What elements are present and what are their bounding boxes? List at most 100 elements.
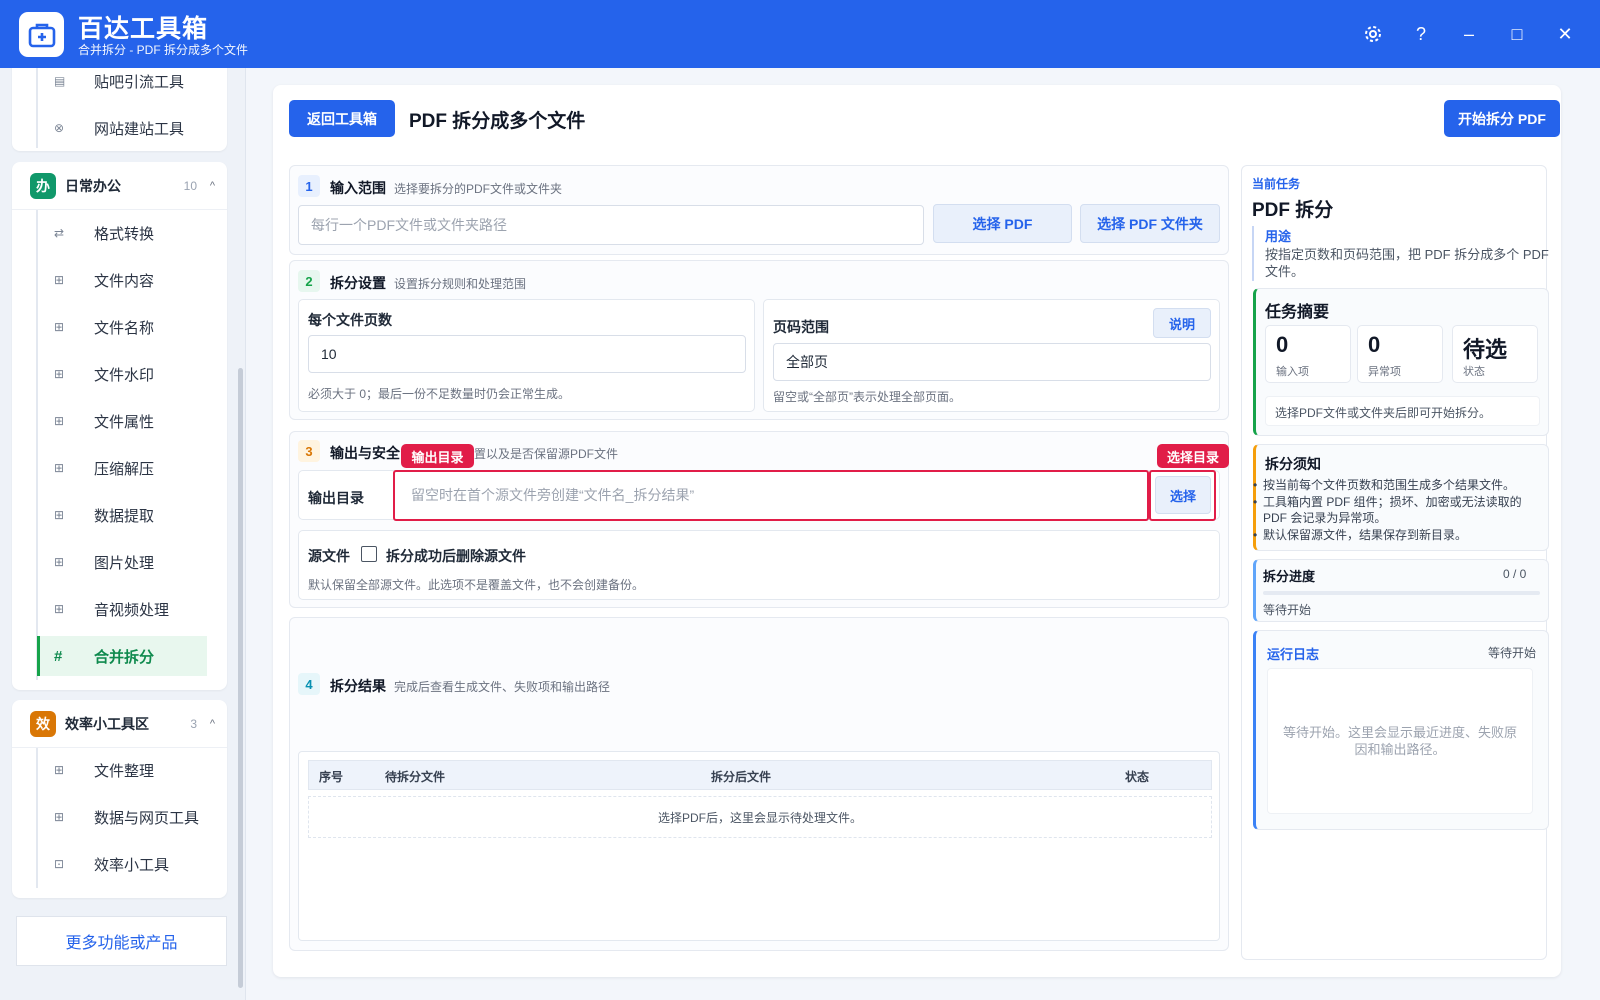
grid-icon: ⊞ [54,508,65,522]
minimize-icon[interactable]: – [1455,20,1483,48]
efficiency-badge: 效 [30,710,56,737]
group-count: 10 [183,178,197,193]
grid-icon: ⊞ [54,367,65,381]
table-empty-message: 选择PDF后，这里会显示待处理文件。 [308,796,1212,838]
range-help-button[interactable]: 说明 [1153,308,1211,338]
sidebar-item-label: 效率小工具 [94,856,170,874]
group-header-office[interactable]: 办 日常办公 10 ^ [12,162,227,210]
annotation-tag-choose-dir: 选择目录 [1157,444,1229,468]
stat-value: 0 [1368,332,1381,357]
sidebar-item-organize[interactable]: ⊞ 文件整理 [40,750,210,790]
input-paths-textarea[interactable]: 每行一个PDF文件或文件夹路径 [298,205,924,245]
placeholder-text: 每行一个PDF文件或文件夹路径 [311,217,507,233]
section-desc: 选择要拆分的PDF文件或文件夹 [394,182,563,196]
back-to-toolbox-button[interactable]: 返回工具箱 [289,100,395,137]
section-desc: 完成后查看生成文件、失败项和输出路径 [394,680,611,694]
start-split-button[interactable]: 开始拆分 PDF [1444,100,1560,137]
summary-title: 任务摘要 [1265,304,1330,321]
app-subtitle: 合并拆分 - PDF 拆分成多个文件 [78,43,248,57]
sidebar-item-image[interactable]: ⊞ 图片处理 [40,542,210,582]
grid-icon: ⊞ [54,273,65,287]
highlight-frame-choose [1149,470,1216,521]
app-title: 百达工具箱 [78,15,209,43]
sidebar-item-tieba[interactable]: ▤ 贴吧引流工具 [40,68,210,101]
section-number: 3 [298,440,320,462]
sidebar-item-website[interactable]: ⊗ 网站建站工具 [40,108,210,148]
toolbox-icon: ⊡ [54,857,65,871]
input-value: 10 [321,346,337,362]
chevron-up-icon[interactable]: ^ [210,718,215,730]
sidebar-item-content[interactable]: ⊞ 文件内容 [40,260,210,300]
sidebar-group-prev: ▤ 贴吧引流工具 ⊗ 网站建站工具 [12,68,227,151]
log-title: 运行日志 [1267,647,1320,662]
column-header-status: 状态 [1125,770,1150,784]
sidebar-item-label: 文件水印 [94,366,155,384]
grid-icon: ⊞ [54,320,65,334]
sidebar-item-format[interactable]: ⇄ 格式转换 [40,213,210,253]
hash-icon: # [54,647,63,665]
annotation-tag-output-dir: 输出目录 [401,444,474,468]
pages-per-file-input[interactable]: 10 [308,335,746,373]
stat-label: 状态 [1463,366,1485,378]
sidebar-item-attributes[interactable]: ⊞ 文件属性 [40,401,210,441]
grid-icon: ⊞ [54,810,65,824]
swap-icon: ⇄ [54,226,65,240]
delete-source-label[interactable]: 拆分成功后删除源文件 [386,546,526,566]
grid-icon: ⊞ [54,414,65,428]
progress-bar [1263,591,1540,595]
sidebar-item-extract[interactable]: ⊞ 数据提取 [40,495,210,535]
sidebar-item-label: 文件整理 [94,762,155,780]
current-task-label: 当前任务 [1252,177,1301,191]
stat-label: 异常项 [1368,366,1401,378]
sidebar-item-label: 网站建站工具 [94,120,185,138]
stat-label: 输入项 [1276,366,1309,378]
toolbox-logo-icon [19,12,64,57]
column-header-source: 待拆分文件 [385,770,446,784]
grid-icon: ⊞ [54,763,65,777]
chevron-up-icon[interactable]: ^ [210,180,215,192]
progress-title: 拆分进度 [1263,569,1316,584]
section-number: 2 [298,270,320,292]
page-title: PDF 拆分成多个文件 [409,111,586,132]
sidebar-item-filename[interactable]: ⊞ 文件名称 [40,307,210,347]
close-icon[interactable]: ✕ [1551,20,1579,48]
notes-title: 拆分须知 [1265,456,1321,472]
page-range-input[interactable]: 全部页 [773,343,1211,381]
sidebar-item-label: 格式转换 [94,225,155,243]
log-status: 等待开始 [1488,646,1537,660]
select-pdf-folder-button[interactable]: 选择 PDF 文件夹 [1080,204,1220,243]
section-title: 拆分设置 [330,275,386,291]
progress-count: 0 / 0 [1503,567,1527,581]
sidebar-item-data-web[interactable]: ⊞ 数据与网页工具 [40,797,210,837]
grid-icon: ⊞ [54,602,65,616]
column-header-output: 拆分后文件 [711,770,772,784]
help-icon[interactable]: ? [1407,20,1435,48]
sidebar-item-watermark[interactable]: ⊞ 文件水印 [40,354,210,394]
title-bar: 百达工具箱 合并拆分 - PDF 拆分成多个文件 ? – □ ✕ [0,0,1600,68]
more-products-button[interactable]: 更多功能或产品 [16,916,227,966]
sidebar-item-compress[interactable]: ⊞ 压缩解压 [40,448,210,488]
note-item: 按当前每个文件页数和范围生成多个结果文件。 [1253,477,1533,493]
maximize-icon[interactable]: □ [1503,20,1531,48]
pages-per-file-hint: 必须大于 0；最后一份不足数量时仍会正常生成。 [308,387,571,401]
sidebar-item-media[interactable]: ⊞ 音视频处理 [40,589,210,629]
section-number: 1 [298,175,320,197]
sidebar-item-merge-split[interactable]: # 合并拆分 [37,636,207,676]
settings-icon[interactable] [1359,20,1387,48]
sidebar-item-label: 贴吧引流工具 [94,73,185,91]
sidebar-item-label: 合并拆分 [94,648,155,666]
source-file-label: 源文件 [308,548,350,564]
pages-per-file-label: 每个文件页数 [308,312,392,328]
delete-source-checkbox[interactable] [361,546,377,562]
group-header-efficiency[interactable]: 效 效率小工具区 3 ^ [12,700,227,748]
sidebar-scrollbar[interactable] [238,368,243,988]
section-number: 4 [298,673,320,695]
highlight-frame-output-dir [393,470,1149,521]
sidebar-item-label: 压缩解压 [94,460,155,478]
output-dir-label: 输出目录 [308,490,364,506]
grid-icon: ⊞ [54,461,65,475]
group-title: 日常办公 [65,177,121,194]
section-title: 输入范围 [330,180,386,196]
sidebar-item-efficiency-tools[interactable]: ⊡ 效率小工具 [40,844,210,884]
select-pdf-button[interactable]: 选择 PDF [933,204,1072,243]
